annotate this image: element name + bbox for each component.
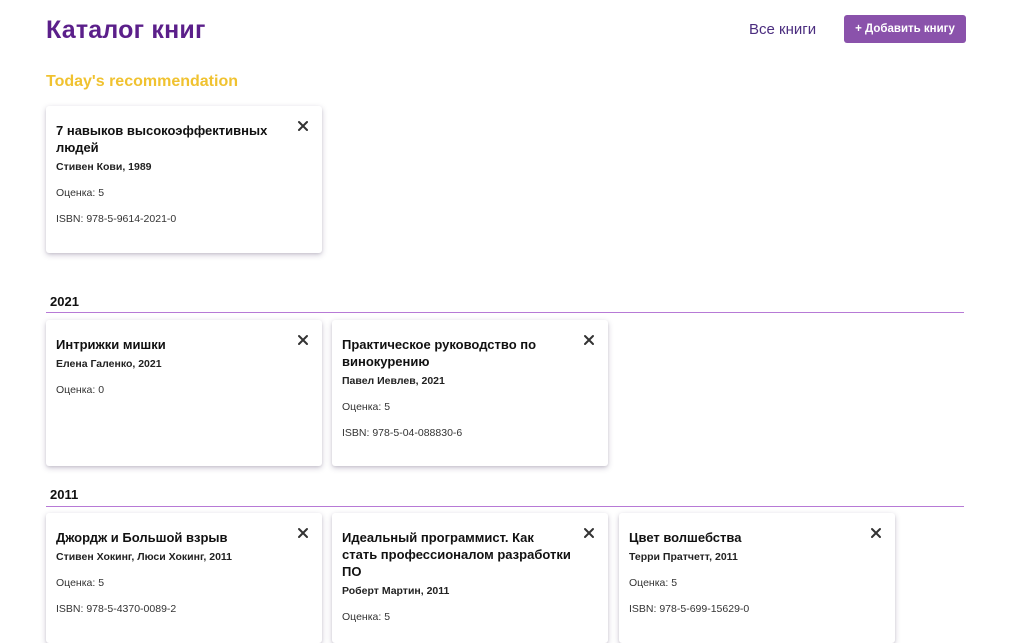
- book-isbn: ISBN: 978-5-699-15629-0: [629, 603, 750, 615]
- book-card: Идеальный программист. Как стать професс…: [332, 513, 608, 643]
- book-author: Стивен Кови, 1989: [56, 161, 152, 173]
- recommendation-heading: Today's recommendation: [46, 73, 238, 90]
- close-icon: [298, 528, 308, 538]
- recommended-book-card: 7 навыков высокоэффективных людей Стивен…: [46, 106, 322, 253]
- delete-book-button[interactable]: [296, 526, 310, 540]
- book-card: Практическое руководство по винокурению …: [332, 320, 608, 466]
- book-title: Идеальный программист. Как стать професс…: [342, 530, 571, 579]
- book-author: Павел Иевлев, 2021: [342, 375, 445, 387]
- book-rating: Оценка: 5: [56, 187, 105, 199]
- book-isbn: ISBN: 978-5-4370-0089-2: [56, 603, 177, 615]
- close-icon: [871, 528, 881, 538]
- header: Каталог книг Все книги + Добавить книгу: [46, 14, 966, 50]
- book-title: Цвет волшебства: [629, 530, 742, 545]
- book-card: Джордж и Большой взрыв Стивен Хокинг, Лю…: [46, 513, 322, 643]
- delete-book-button[interactable]: [869, 526, 883, 540]
- delete-book-button[interactable]: [296, 333, 310, 347]
- book-isbn: ISBN: 978-5-04-088830-6: [342, 427, 463, 439]
- book-author: Терри Пратчетт, 2011: [629, 551, 738, 563]
- book-author: Елена Галенко, 2021: [56, 358, 162, 370]
- close-icon: [584, 335, 594, 345]
- book-title: Интрижки мишки: [56, 337, 166, 352]
- book-isbn: ISBN: 978-5-9614-2021-0: [56, 213, 177, 225]
- book-title: 7 навыков высокоэффективных людей: [56, 123, 268, 155]
- close-icon: [584, 528, 594, 538]
- book-title: Практическое руководство по винокурению: [342, 337, 537, 369]
- delete-book-button[interactable]: [582, 333, 596, 347]
- book-rating: Оценка: 5: [342, 401, 391, 413]
- year-heading-2011: 2011: [50, 487, 79, 502]
- close-icon: [298, 121, 308, 131]
- book-author: Роберт Мартин, 2011: [342, 585, 450, 597]
- all-books-link[interactable]: Все книги: [749, 21, 816, 38]
- book-rating: Оценка: 5: [342, 611, 391, 623]
- book-author: Стивен Хокинг, Люси Хокинг, 2011: [56, 551, 233, 563]
- year-divider: [46, 312, 964, 313]
- book-card: Интрижки мишки Елена Галенко, 2021 Оценк…: [46, 320, 322, 466]
- book-rating: Оценка: 5: [629, 577, 678, 589]
- book-card: Цвет волшебства Терри Пратчетт, 2011 Оце…: [619, 513, 895, 643]
- book-rating: Оценка: 0: [56, 384, 105, 396]
- year-heading-2021: 2021: [50, 294, 79, 309]
- add-book-button[interactable]: + Добавить книгу: [844, 15, 966, 43]
- page-title: Каталог книг: [46, 16, 206, 44]
- book-rating: Оценка: 5: [56, 577, 105, 589]
- close-icon: [298, 335, 308, 345]
- delete-book-button[interactable]: [296, 119, 310, 133]
- year-divider: [46, 506, 964, 507]
- delete-book-button[interactable]: [582, 526, 596, 540]
- book-title: Джордж и Большой взрыв: [56, 530, 228, 545]
